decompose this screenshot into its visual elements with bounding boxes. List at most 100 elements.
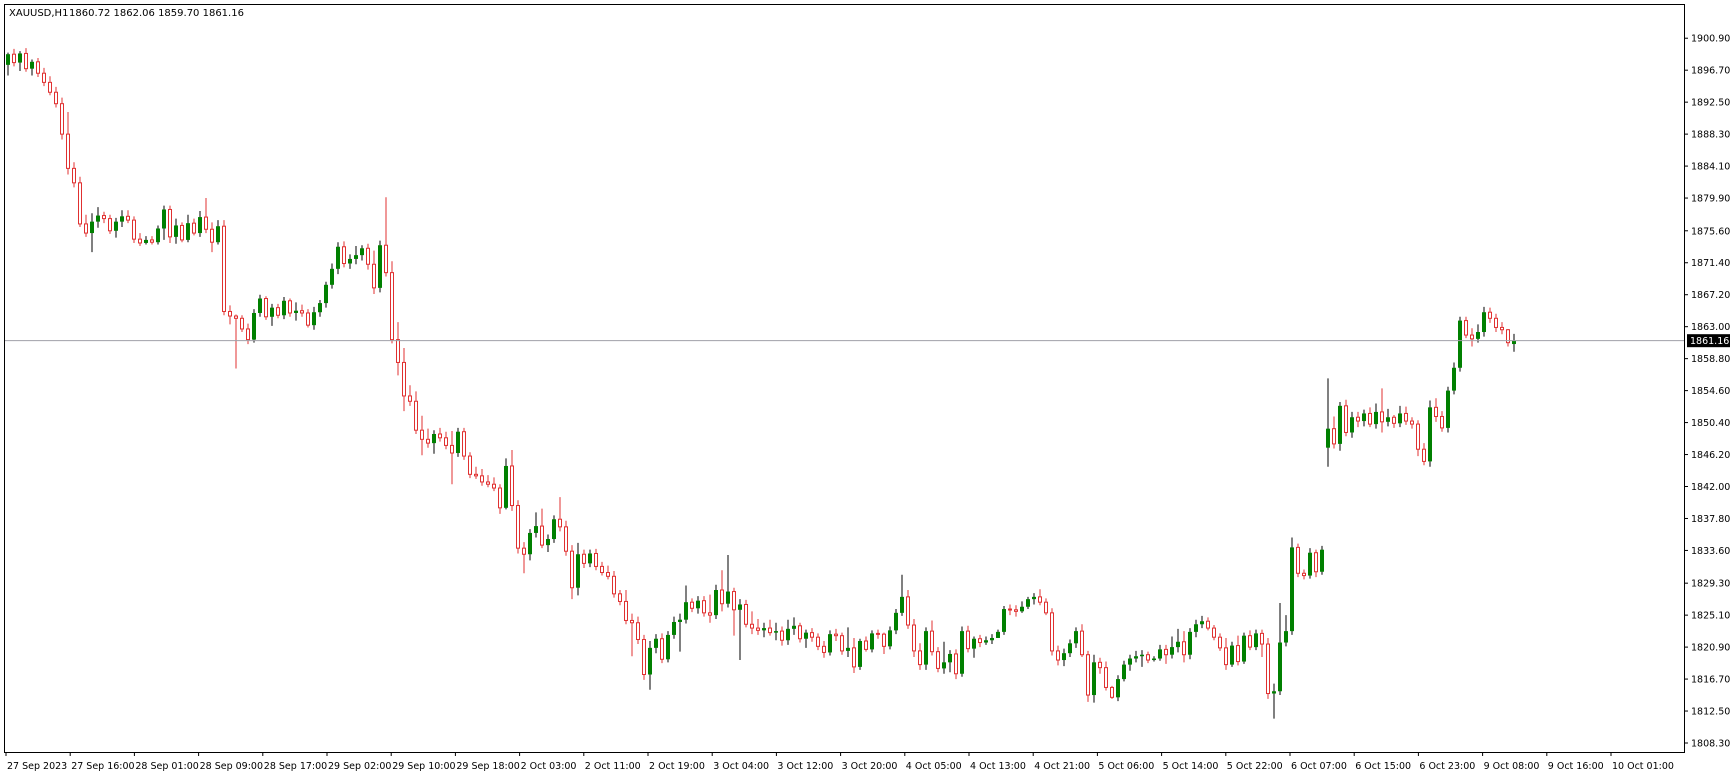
- candle-body-bear: [978, 638, 982, 644]
- candle-body-bear: [864, 640, 868, 650]
- candle: [1086, 650, 1090, 702]
- candle-body-bear: [486, 481, 490, 485]
- candle-body-bear: [420, 429, 424, 440]
- candle-body-bear: [1236, 645, 1240, 663]
- candle-body-bull: [534, 526, 538, 533]
- candle: [960, 626, 964, 677]
- candle: [744, 599, 748, 628]
- candle-body-bull: [282, 300, 286, 316]
- candle-body-bull: [216, 226, 220, 243]
- candle: [1050, 608, 1054, 656]
- candle: [456, 427, 460, 457]
- candle-body-bear: [468, 455, 472, 475]
- candle-body-bear: [816, 636, 820, 647]
- candle-body-bear: [462, 431, 466, 457]
- candle-body-bear: [24, 52, 28, 70]
- candle-body-bull: [1458, 320, 1462, 368]
- candle: [516, 500, 520, 554]
- y-tick-label: 1854.60: [1691, 386, 1730, 397]
- candle-body-bear: [1488, 311, 1492, 319]
- x-tick-label: 2 Oct 03:00: [521, 761, 577, 772]
- candle-body-bear: [1044, 601, 1048, 614]
- candle-body-bear: [1080, 630, 1084, 656]
- candle: [858, 638, 862, 670]
- candle-body-bear: [1410, 420, 1414, 425]
- candle-body-bull: [1026, 599, 1030, 607]
- candle-body-bear: [702, 600, 706, 614]
- candle-body-bull: [960, 631, 964, 674]
- candle-body-bull: [804, 632, 808, 639]
- candle-body-bear: [222, 225, 226, 312]
- candle-body-bear: [210, 228, 214, 243]
- candle-body-bear: [60, 103, 64, 135]
- candle: [666, 631, 670, 663]
- candle-body-bull: [1446, 390, 1450, 428]
- candle-body-bear: [306, 312, 310, 326]
- candle-body-bull: [996, 631, 1000, 638]
- candle-body-bear: [498, 487, 502, 509]
- candle-body-bull: [1362, 413, 1366, 422]
- y-tick-label: 1842.00: [1691, 482, 1730, 493]
- candle-body-bull: [1242, 635, 1246, 662]
- candle-body-bull: [888, 630, 892, 647]
- candle: [1242, 632, 1246, 664]
- candle-body-bull: [714, 590, 718, 616]
- candle-body-bull: [588, 553, 592, 564]
- candle-body-bull: [120, 216, 124, 222]
- candle-body-bear: [492, 483, 496, 489]
- candle: [840, 632, 844, 655]
- candle-body-bull: [1062, 653, 1066, 661]
- candle-body-bull: [924, 631, 928, 665]
- candle-body-bear: [1104, 667, 1108, 688]
- candle: [390, 261, 394, 344]
- y-tick-label: 1888.30: [1691, 130, 1730, 141]
- candle: [462, 427, 466, 460]
- candle-body-bull: [672, 621, 676, 635]
- candle-body-bull: [432, 433, 436, 444]
- candle-body-bear: [132, 219, 136, 240]
- candle-body-bull: [294, 310, 298, 313]
- candle: [870, 630, 874, 653]
- y-tick-label: 1900.90: [1691, 34, 1730, 45]
- candle-body-bear: [642, 638, 646, 676]
- candle-body-bear: [624, 600, 628, 621]
- candle-body-bull: [1122, 664, 1126, 680]
- candle-body-bull: [726, 591, 730, 604]
- chart-window[interactable]: 1900.90 1896.70 1892.50 1888.30 1884.10 1879.…: [0, 0, 1733, 777]
- y-tick-label: 1829.30: [1691, 579, 1730, 590]
- candle-body-bear: [444, 437, 448, 446]
- candle: [1188, 628, 1192, 660]
- candle: [78, 176, 82, 227]
- candle-body-bear: [690, 601, 694, 609]
- candle-body-bull: [1170, 647, 1174, 655]
- candle-body-bull: [96, 215, 100, 222]
- candle: [504, 458, 508, 510]
- candle-body-bull: [846, 647, 850, 651]
- candle-body-bear: [414, 400, 418, 431]
- candle: [468, 452, 472, 479]
- x-tick-label: 3 Oct 04:00: [713, 761, 769, 772]
- candle-body-bull: [1512, 340, 1516, 345]
- candle-body-bear: [912, 624, 916, 652]
- x-tick-label: 6 Oct 15:00: [1355, 761, 1411, 772]
- candle-body-bull: [870, 633, 874, 650]
- candle-body-bull: [1152, 658, 1156, 661]
- candle-body-bull: [1386, 417, 1390, 422]
- candle-body-bear: [1470, 334, 1474, 340]
- y-tick-label: 1808.30: [1691, 739, 1730, 750]
- candle-body-bull: [1374, 411, 1378, 425]
- candle-body-bear: [1302, 572, 1306, 577]
- candle-body-bull: [1020, 606, 1024, 612]
- price-chart[interactable]: 1900.90 1896.70 1892.50 1888.30 1884.10 1879.…: [0, 0, 1733, 777]
- candle-body-bull: [1308, 552, 1312, 576]
- candle-body-bear: [840, 635, 844, 652]
- candle: [168, 205, 172, 243]
- candle-body-bull: [1230, 645, 1234, 665]
- candle-body-bear: [876, 632, 880, 635]
- candle-body-bull: [972, 638, 976, 649]
- candle-body-bull: [198, 217, 202, 234]
- candle-body-bear: [930, 630, 934, 653]
- candle: [1338, 402, 1342, 451]
- candle-body-bear: [1380, 411, 1384, 423]
- candle-body-bear: [600, 565, 604, 574]
